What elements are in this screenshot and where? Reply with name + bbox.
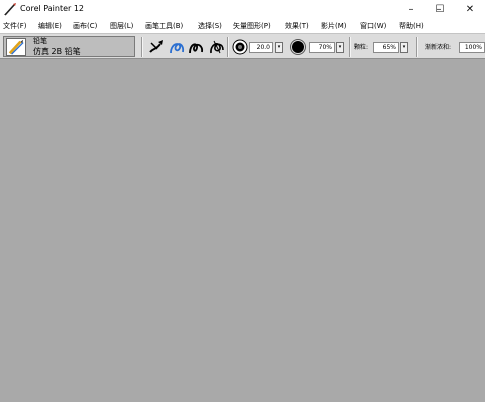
menu-layers[interactable]: 图层(L) xyxy=(110,20,133,32)
menu-window[interactable]: 窗口(W) xyxy=(360,20,386,32)
menu-select[interactable]: 选择(S) xyxy=(198,20,222,32)
menu-file[interactable]: 文件(F) xyxy=(3,20,27,32)
opacity-dab-icon xyxy=(290,39,306,55)
grain-field[interactable]: 65% xyxy=(373,42,399,53)
grain-dropdown[interactable]: ▾ xyxy=(400,42,408,53)
size-dropdown[interactable]: ▾ xyxy=(275,42,283,53)
menu-vector-shapes[interactable]: 矢量图形(P) xyxy=(233,20,271,32)
stroke-curl-icon[interactable] xyxy=(188,38,206,56)
painter-brush-icon xyxy=(4,3,16,16)
menu-edit[interactable]: 编辑(E) xyxy=(38,20,62,32)
brush-selector[interactable]: 铅笔 仿真 2B 铅笔 xyxy=(3,36,135,57)
stroke-spiral-icon[interactable] xyxy=(208,38,226,56)
property-bar: 铅笔 仿真 2B 铅笔 20.0 ▾ 70% ▾ 颗粒: 65% ▾ 渐新浓和:… xyxy=(0,33,485,59)
opacity-dropdown[interactable]: ▾ xyxy=(336,42,344,53)
menu-bar: 文件(F) 编辑(E) 画布(C) 图层(L) 画笔工具(B) 选择(S) 矢量… xyxy=(0,19,485,33)
gradual-blend-label: 渐新浓和: xyxy=(425,44,452,51)
separator xyxy=(349,37,351,57)
size-field[interactable]: 20.0 xyxy=(249,42,273,53)
brush-category: 铅笔 xyxy=(33,37,47,45)
dropper-brush-icon[interactable] xyxy=(148,38,166,56)
menu-brush-tools[interactable]: 画笔工具(B) xyxy=(145,20,183,32)
brush-variant: 仿真 2B 铅笔 xyxy=(33,47,81,56)
separator xyxy=(416,37,418,57)
separator xyxy=(141,37,143,57)
workspace-area[interactable] xyxy=(0,59,485,402)
pencil-brush-icon xyxy=(6,38,26,56)
minimize-button[interactable]: – xyxy=(396,0,426,19)
separator xyxy=(227,37,229,57)
close-button[interactable]: ✕ xyxy=(455,0,485,19)
gradual-blend-field[interactable]: 100% xyxy=(459,42,485,53)
opacity-field[interactable]: 70% xyxy=(309,42,335,53)
brush-dab-icon xyxy=(232,39,248,55)
menu-help[interactable]: 帮助(H) xyxy=(399,20,424,32)
grain-label: 颗粒: xyxy=(354,44,369,51)
menu-effects[interactable]: 效果(T) xyxy=(285,20,309,32)
window-title: Corel Painter 12 xyxy=(20,4,85,13)
menu-movie[interactable]: 影片(M) xyxy=(321,20,347,32)
stroke-loop-icon[interactable] xyxy=(168,38,186,56)
maximize-button[interactable]: ☐ xyxy=(425,0,455,19)
menu-canvas[interactable]: 画布(C) xyxy=(73,20,97,32)
